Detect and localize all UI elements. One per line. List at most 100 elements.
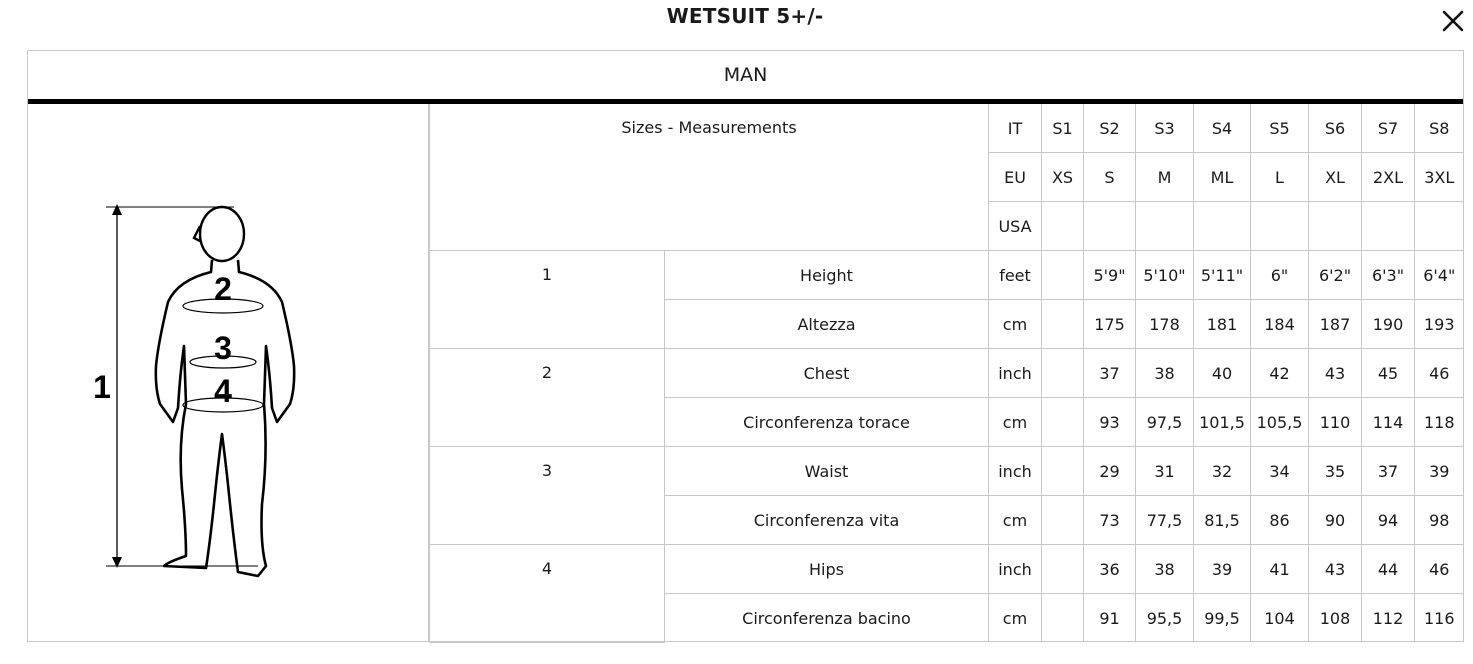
measurement-value: 118	[1414, 397, 1464, 447]
measurement-value	[1041, 495, 1084, 545]
measurement-value: 99,5	[1193, 593, 1251, 642]
measurement-value	[1041, 397, 1084, 447]
measurement-value: 39	[1193, 544, 1251, 594]
size-system-label: USA	[988, 201, 1042, 251]
modal-title: WETSUIT 5+/-	[666, 4, 824, 28]
measurement-value: 35	[1308, 446, 1362, 496]
size-header-cell: ML	[1193, 152, 1251, 202]
measurement-value: 178	[1135, 299, 1194, 349]
size-header-cell	[1083, 201, 1136, 251]
body-measurement-diagram: 1 2 3 4	[28, 104, 429, 641]
measurement-unit: cm	[988, 593, 1042, 642]
table-row: 4 Hips inch 36 38 39 41 43 44 46	[429, 544, 1464, 643]
measurement-value: 38	[1135, 544, 1194, 594]
measurement-value: 95,5	[1135, 593, 1194, 642]
size-guide-panel: MAN 1 2 3 4 Sizes - Measurements IT S1 S…	[27, 50, 1464, 643]
measurement-unit: cm	[988, 397, 1042, 447]
size-header-cell: XS	[1041, 152, 1084, 202]
measurement-value: 6"	[1250, 250, 1309, 300]
measurement-value: 36	[1083, 544, 1136, 594]
size-header-cell: S4	[1193, 104, 1251, 153]
measurement-number: 2	[429, 348, 665, 447]
size-header-cell	[1250, 201, 1309, 251]
size-header-cell: S1	[1041, 104, 1084, 153]
measurement-unit: inch	[988, 446, 1042, 496]
measurement-name: Circonferenza torace	[664, 397, 989, 447]
measurement-value: 112	[1361, 593, 1415, 642]
measurement-value: 5'9"	[1083, 250, 1136, 300]
measurement-value: 93	[1083, 397, 1136, 447]
size-header-cell	[1041, 201, 1084, 251]
size-header-cell: M	[1135, 152, 1194, 202]
size-header-cell: 2XL	[1361, 152, 1415, 202]
measurement-value: 187	[1308, 299, 1362, 349]
measurement-value: 104	[1250, 593, 1309, 642]
measurement-name: Circonferenza vita	[664, 495, 989, 545]
measurement-value: 114	[1361, 397, 1415, 447]
measurement-value: 40	[1193, 348, 1251, 398]
measurement-value: 37	[1361, 446, 1415, 496]
size-header-cell	[1135, 201, 1194, 251]
measurement-name: Chest	[664, 348, 989, 398]
measurement-value: 29	[1083, 446, 1136, 496]
size-header-cell	[1308, 201, 1362, 251]
measurement-unit: inch	[988, 544, 1042, 594]
size-header-cell: S5	[1250, 104, 1309, 153]
measurement-name: Waist	[664, 446, 989, 496]
measurement-value: 31	[1135, 446, 1194, 496]
measurement-value: 42	[1250, 348, 1309, 398]
measurement-unit: cm	[988, 299, 1042, 349]
measurement-value: 44	[1361, 544, 1415, 594]
measurement-value: 38	[1135, 348, 1194, 398]
measurement-value: 43	[1308, 544, 1362, 594]
table-row: 2 Chest inch 37 38 40 42 43 45 46	[429, 348, 1464, 447]
measurement-value: 184	[1250, 299, 1309, 349]
measurement-value	[1041, 544, 1084, 594]
measurement-unit: inch	[988, 348, 1042, 398]
measurement-name: Circonferenza bacino	[664, 593, 989, 642]
size-header-cell: S7	[1361, 104, 1415, 153]
measurement-value: 46	[1414, 348, 1464, 398]
measurement-value: 98	[1414, 495, 1464, 545]
gender-heading: MAN	[28, 51, 1463, 104]
table-row: 3 Waist inch 29 31 32 34 35 37 39	[429, 446, 1464, 545]
measurement-value: 190	[1361, 299, 1415, 349]
size-header-cell: S3	[1135, 104, 1194, 153]
close-icon[interactable]	[1440, 8, 1466, 34]
measurement-value: 45	[1361, 348, 1415, 398]
measurement-unit: feet	[988, 250, 1042, 300]
measurement-value: 101,5	[1193, 397, 1251, 447]
size-header-cell: S8	[1414, 104, 1464, 153]
measurement-value: 77,5	[1135, 495, 1194, 545]
measurement-value: 193	[1414, 299, 1464, 349]
measurement-value: 5'11"	[1193, 250, 1251, 300]
measurement-value: 43	[1308, 348, 1362, 398]
measurement-name: Altezza	[664, 299, 989, 349]
measurement-value: 6'4"	[1414, 250, 1464, 300]
measurement-number: 1	[429, 250, 665, 349]
size-system-label: IT	[988, 104, 1042, 153]
measurement-value: 90	[1308, 495, 1362, 545]
measurement-value	[1041, 250, 1084, 300]
measurement-value: 86	[1250, 495, 1309, 545]
measurement-value: 116	[1414, 593, 1464, 642]
label-3: 3	[214, 330, 232, 366]
measurement-value	[1041, 446, 1084, 496]
size-chart-table: Sizes - Measurements IT S1 S2 S3 S4 S5 S6 S7 S8 EU…	[429, 104, 1464, 643]
measurement-value: 175	[1083, 299, 1136, 349]
gender-label: MAN	[723, 64, 768, 86]
label-2: 2	[214, 271, 232, 307]
measurement-value	[1041, 299, 1084, 349]
measurement-value: 110	[1308, 397, 1362, 447]
measurement-value: 46	[1414, 544, 1464, 594]
measurement-value: 73	[1083, 495, 1136, 545]
measurement-value: 94	[1361, 495, 1415, 545]
table-header-label: Sizes - Measurements	[429, 104, 989, 251]
measurement-value: 6'2"	[1308, 250, 1362, 300]
measurement-value: 6'3"	[1361, 250, 1415, 300]
measurement-value: 91	[1083, 593, 1136, 642]
body-figure-icon: 1 2 3 4	[93, 204, 296, 578]
measurement-number: 4	[429, 544, 665, 643]
measurement-unit: cm	[988, 495, 1042, 545]
measurement-number: 3	[429, 446, 665, 545]
